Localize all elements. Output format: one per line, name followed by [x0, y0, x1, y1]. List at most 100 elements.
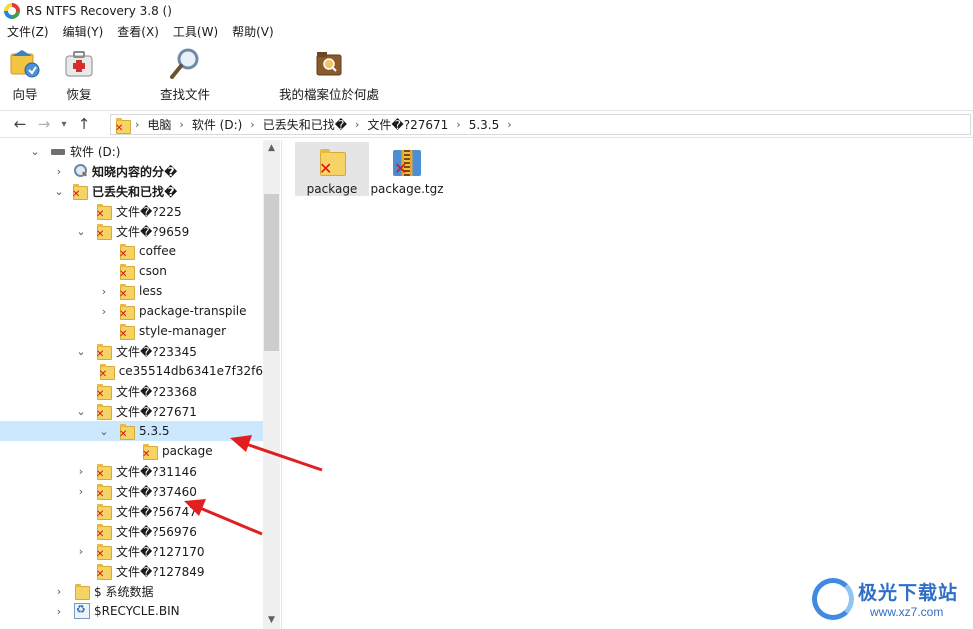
- chevron-right-icon[interactable]: ›: [74, 545, 88, 558]
- scroll-down-icon[interactable]: ▼: [263, 612, 280, 629]
- breadcrumb-separator-icon[interactable]: ›: [131, 118, 143, 131]
- chevron-right-icon[interactable]: ›: [74, 465, 88, 478]
- breadcrumb-computer[interactable]: 电脑: [143, 116, 175, 133]
- tree-item[interactable]: › $ 系统数据: [0, 581, 263, 601]
- file-item-package[interactable]: ✕ package: [295, 142, 369, 196]
- file-item-label: package.tgz: [370, 182, 444, 196]
- tree-item[interactable]: ✕ 文件�?56976: [0, 521, 263, 541]
- tree-item[interactable]: ✕ 文件�?225: [0, 201, 263, 221]
- tree-item[interactable]: › ✕ 文件�?37460: [0, 481, 263, 501]
- tree-item[interactable]: › 知晓内容的分�: [0, 161, 263, 181]
- menu-edit[interactable]: 编辑(Y): [56, 22, 111, 42]
- window-title: RS NTFS Recovery 3.8 (): [26, 4, 172, 18]
- tree-item[interactable]: ✕ 文件�?23368: [0, 381, 263, 401]
- chevron-down-icon[interactable]: ⌄: [74, 225, 88, 238]
- tree-item[interactable]: ✕ style-manager: [0, 321, 263, 341]
- wizard-button[interactable]: 向导: [8, 46, 42, 103]
- wizard-icon: [8, 46, 42, 82]
- tree-item[interactable]: › ✕ 文件�?31146: [0, 461, 263, 481]
- back-arrow-icon[interactable]: ←: [8, 115, 32, 133]
- lost-folder-icon: ✕: [96, 223, 112, 240]
- file-list-pane: ✕ package ✕ package.tgz: [282, 140, 973, 629]
- tree-item[interactable]: ✕ coffee: [0, 241, 263, 261]
- menu-file[interactable]: 文件(Z): [0, 22, 56, 42]
- tree-item-label: 5.3.5: [139, 424, 170, 438]
- lost-folder-icon: ✕: [119, 303, 135, 320]
- tree-scrollbar[interactable]: ▲ ▼: [263, 140, 280, 629]
- chevron-right-icon[interactable]: ›: [52, 585, 66, 598]
- archive-icon: ✕: [391, 146, 423, 178]
- chevron-right-icon[interactable]: ›: [52, 605, 66, 618]
- drive-icon: [50, 143, 66, 159]
- tree-item-label: style-manager: [139, 324, 227, 338]
- chevron-down-icon[interactable]: ⌄: [52, 185, 66, 198]
- tree-item-label: 软件 (D:): [70, 144, 121, 159]
- tree-item-label: 文件�?23368: [116, 384, 197, 399]
- tree-item[interactable]: ⌄ ✕ 文件�?9659: [0, 221, 263, 241]
- lost-folder-icon: ✕: [96, 563, 112, 580]
- menu-help[interactable]: 帮助(V): [225, 22, 281, 42]
- tree-item-label: coffee: [139, 244, 176, 258]
- breadcrumb-folder-27671[interactable]: 文件�?27671: [363, 116, 452, 133]
- search-icon: [72, 163, 88, 179]
- tree-item[interactable]: › $RECYCLE.BIN: [0, 601, 263, 621]
- scroll-up-icon[interactable]: ▲: [263, 140, 280, 157]
- tree-item[interactable]: ⌄ ✕ 文件�?27671: [0, 401, 263, 421]
- file-item-label: package: [306, 182, 358, 196]
- tree-item-label: $RECYCLE.BIN: [94, 604, 180, 618]
- breadcrumb-separator-icon[interactable]: ›: [503, 118, 515, 131]
- breadcrumb-current[interactable]: 5.3.5: [465, 118, 504, 132]
- lost-folder-icon: ✕: [96, 463, 112, 480]
- tree-item[interactable]: ⌄ 软件 (D:): [0, 141, 263, 161]
- tree-item[interactable]: ✕ package: [0, 441, 263, 461]
- breadcrumb-drive[interactable]: 软件 (D:): [188, 116, 246, 133]
- tree-item[interactable]: ✕ 文件�?127849: [0, 561, 263, 581]
- up-arrow-icon[interactable]: ↑: [72, 115, 96, 133]
- chevron-right-icon[interactable]: ›: [97, 285, 111, 298]
- file-item-package-tgz[interactable]: ✕ package.tgz: [370, 142, 444, 196]
- menu-view[interactable]: 查看(X): [110, 22, 166, 42]
- recover-button[interactable]: 恢复: [62, 46, 96, 103]
- breadcrumb[interactable]: ✕ › 电脑 › 软件 (D:) › 已丢失和已找� › 文件�?27671 ›…: [110, 114, 971, 135]
- recover-label: 恢复: [66, 87, 92, 102]
- tree-item[interactable]: ⌄ ✕ 已丢失和已找�: [0, 181, 263, 201]
- tree-item[interactable]: ✕ ce35514db6341e7f32f6: [0, 361, 263, 381]
- tree-item[interactable]: ✕ cson: [0, 261, 263, 281]
- history-dropdown-icon[interactable]: ▾: [56, 119, 72, 130]
- tree-item-label: 文件�?27671: [116, 404, 197, 419]
- breadcrumb-lost-found[interactable]: 已丢失和已找�: [259, 116, 351, 133]
- tree-item-selected[interactable]: ⌄ ✕ 5.3.5: [0, 421, 263, 441]
- chevron-right-icon[interactable]: ›: [97, 305, 111, 318]
- lost-folder-icon: ✕: [316, 146, 348, 178]
- lost-folder-icon: ✕: [72, 183, 88, 200]
- lost-folder-icon: ✕: [119, 283, 135, 300]
- tree-item-label: 文件�?127849: [116, 564, 205, 579]
- tree-item[interactable]: › ✕ package-transpile: [0, 301, 263, 321]
- breadcrumb-separator-icon[interactable]: ›: [246, 118, 258, 131]
- menu-tools[interactable]: 工具(W): [166, 22, 225, 42]
- find-file-button[interactable]: 查找文件: [160, 46, 210, 103]
- breadcrumb-separator-icon[interactable]: ›: [351, 118, 363, 131]
- breadcrumb-separator-icon[interactable]: ›: [452, 118, 464, 131]
- tree-item-label: 文件�?23345: [116, 344, 197, 359]
- tree-item[interactable]: › ✕ less: [0, 281, 263, 301]
- magnifier-icon: [168, 46, 202, 82]
- site-watermark: 极光下载站 www.xz7.com: [812, 574, 970, 626]
- lost-folder-icon: ✕: [142, 443, 158, 460]
- forward-arrow-icon[interactable]: →: [32, 115, 56, 133]
- scrollbar-thumb[interactable]: [264, 194, 279, 351]
- tree-item[interactable]: › ✕ 文件�?127170: [0, 541, 263, 561]
- chevron-down-icon[interactable]: ⌄: [97, 425, 111, 438]
- tree-item[interactable]: ✕ 文件�?56747: [0, 501, 263, 521]
- lost-folder-icon: ✕: [96, 543, 112, 560]
- first-aid-kit-icon: [62, 46, 96, 82]
- chevron-right-icon[interactable]: ›: [52, 165, 66, 178]
- chevron-down-icon[interactable]: ⌄: [74, 405, 88, 418]
- tree-item[interactable]: ⌄ ✕ 文件�?23345: [0, 341, 263, 361]
- lost-folder-icon: ✕: [119, 323, 135, 340]
- where-file-button[interactable]: 我的檔案位於何處: [279, 46, 379, 103]
- chevron-down-icon[interactable]: ⌄: [74, 345, 88, 358]
- chevron-down-icon[interactable]: ⌄: [28, 145, 42, 158]
- breadcrumb-separator-icon[interactable]: ›: [175, 118, 187, 131]
- chevron-right-icon[interactable]: ›: [74, 485, 88, 498]
